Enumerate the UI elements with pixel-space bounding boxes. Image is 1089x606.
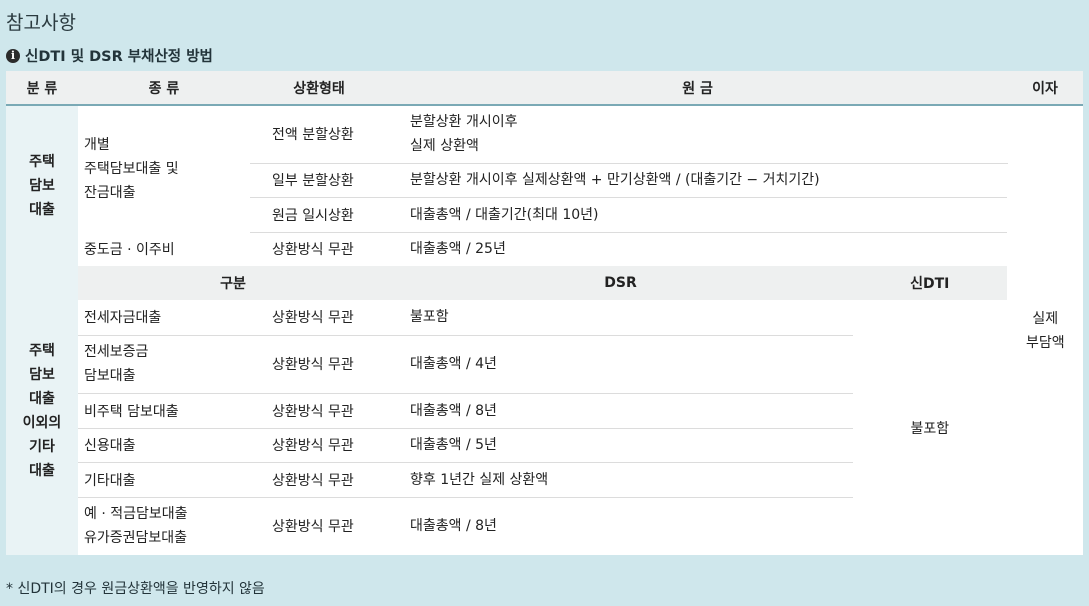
loan-type: 비주택 담보대출: [78, 393, 250, 429]
principal-cell: 대출총액 / 대출기간(최대 10년): [388, 197, 1008, 233]
principal-cell: 분할상환 개시이후 실제 상환액: [388, 105, 1008, 164]
header-category: 분 류: [6, 71, 78, 106]
table-row: 전세자금대출 상환방식 무관 불포함 불포함: [6, 300, 1083, 437]
repay-form: 원금 일시상환: [250, 197, 388, 233]
sub-header-new-dti: 신DTI: [853, 266, 1008, 300]
section-subtitle: i 신DTI 및 DSR 부채산정 방법: [6, 45, 213, 66]
repay-form: 상환방식 무관: [272, 519, 354, 536]
table-row: 중도금 · 이주비 상환방식 무관 대출총액 / 25년: [6, 232, 1083, 266]
header-type: 종 류: [78, 71, 250, 106]
category-housing-loan: 주택 담보 대출: [6, 105, 78, 266]
repay-form: 상환방식 무관: [250, 428, 388, 463]
type-individual: 개별 주택담보대출 및 잔금대출: [84, 137, 179, 201]
info-icon: i: [6, 48, 20, 63]
sub-header-row: 주택 담보 대출 이외의 기타 대출 구분 DSR 신DTI: [6, 266, 1083, 555]
loan-type: 예 · 적금담보대출 유가증권담보대출: [84, 506, 188, 547]
sub-header-dsr: DSR: [388, 266, 853, 300]
loan-type: 전세보증금 담보대출: [78, 335, 250, 394]
repay-form: 전액 분할상환: [250, 105, 388, 164]
subtitle-text: 신DTI 및 DSR 부채산정 방법: [25, 49, 213, 65]
header-principal: 원 금: [388, 71, 1008, 106]
repay-form: 상환방식 무관: [250, 300, 388, 336]
header-interest: 이자: [1007, 71, 1084, 106]
loan-type: 신용대출: [78, 428, 250, 463]
repay-form: 일부 분할상환: [250, 163, 388, 198]
dsr-cell: 향후 1년간 실제 상환액: [388, 462, 853, 498]
interest-cell: 실제 부담액: [1006, 105, 1084, 555]
header-row: 분 류 종 류 상환형태 원 금 이자: [6, 71, 1084, 106]
page-title: 참고사항: [6, 12, 76, 34]
dsr-cell: 대출총액 / 8년: [410, 518, 497, 535]
repay-form: 상환방식 무관: [250, 335, 388, 394]
header-repay: 상환형태: [250, 71, 388, 106]
table-row: 주택 담보 대출 개별 주택담보대출 및 잔금대출 전액 분할상환 분할상환 개시이후 실…: [6, 105, 1084, 555]
repay-form: 상환방식 무관: [272, 242, 354, 259]
dsr-cell: 대출총액 / 5년: [388, 428, 853, 463]
category-other-loans: 주택 담보 대출 이외의 기타 대출: [6, 266, 78, 555]
sub-header-group: 구분: [78, 266, 388, 300]
principal-cell: 분할상환 개시이후 실제상환액 + 만기상환액 / (대출기간 − 거치기간): [388, 163, 1008, 198]
reference-table: 분 류 종 류 상환형태 원 금 이자 주택 담보 대출 개별 주택담보대출 및 잔금대…: [6, 71, 1084, 555]
dsr-cell: 불포함: [388, 300, 853, 336]
loan-type: 전세자금대출: [78, 300, 250, 336]
repay-form: 상환방식 무관: [250, 393, 388, 429]
repay-form: 상환방식 무관: [250, 462, 388, 498]
dsr-cell: 대출총액 / 4년: [388, 335, 853, 394]
type-mid-payment: 중도금 · 이주비: [84, 242, 175, 258]
dsr-cell: 대출총액 / 8년: [388, 393, 853, 429]
footnote: * 신DTI의 경우 원금상환액을 반영하지 않음: [6, 581, 265, 597]
loan-type: 기타대출: [78, 462, 250, 498]
principal-cell: 대출총액 / 25년: [410, 241, 506, 258]
new-dti-cell: 불포함: [910, 420, 950, 437]
